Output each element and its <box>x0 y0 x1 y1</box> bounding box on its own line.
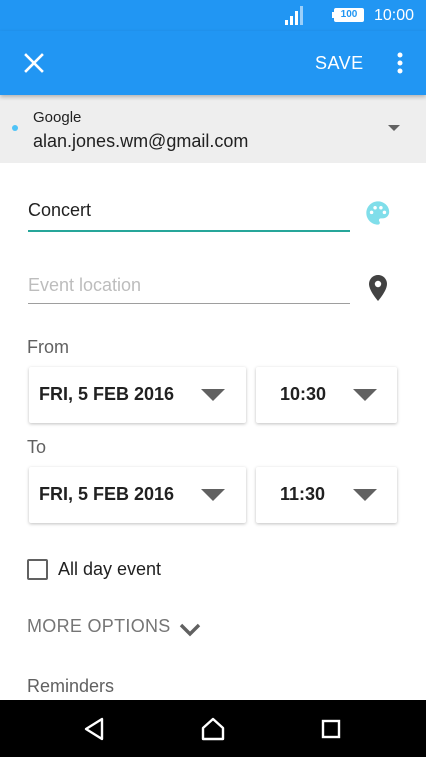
close-button[interactable] <box>14 43 54 83</box>
from-time-picker[interactable]: 10:30 <box>256 367 397 423</box>
account-email: alan.jones.wm@gmail.com <box>33 131 249 151</box>
more-vert-icon <box>397 52 403 74</box>
account-provider: Google <box>33 109 82 126</box>
arrow-drop-down-icon <box>201 389 225 401</box>
more-options-label: MORE OPTIONS <box>27 616 171 636</box>
arrow-drop-down-icon <box>388 125 400 131</box>
to-label: To <box>27 437 47 457</box>
arrow-drop-down-icon <box>353 389 377 401</box>
to-date-value: FRI, 5 FEB 2016 <box>39 484 175 504</box>
back-icon <box>84 717 104 741</box>
palette-icon[interactable] <box>364 199 392 227</box>
calendar-color-dot <box>12 125 18 131</box>
app-bar: SAVE <box>0 31 426 95</box>
close-icon <box>24 53 44 73</box>
battery-level: 100 <box>340 9 358 20</box>
navigation-bar <box>0 700 426 757</box>
event-title-value: Concert <box>28 200 92 220</box>
arrow-drop-down-icon <box>353 489 377 501</box>
event-title-input[interactable]: Concert <box>28 196 350 232</box>
all-day-label: All day event <box>58 559 162 579</box>
recents-icon <box>321 719 341 739</box>
event-location-input[interactable]: Event location <box>28 270 350 304</box>
from-date-value: FRI, 5 FEB 2016 <box>39 384 175 404</box>
chevron-down-icon <box>179 623 201 637</box>
reminders-label: Reminders <box>27 676 115 696</box>
from-date-picker[interactable]: FRI, 5 FEB 2016 <box>29 367 246 423</box>
battery-icon: 100 <box>332 7 366 23</box>
back-button[interactable] <box>78 713 110 745</box>
status-bar: 100 10:00 <box>0 0 426 31</box>
account-selector[interactable]: Google alan.jones.wm@gmail.com <box>0 95 426 163</box>
home-icon <box>201 717 225 741</box>
overflow-menu-button[interactable] <box>386 43 414 83</box>
from-time-value: 10:30 <box>280 384 327 404</box>
from-label: From <box>27 337 69 357</box>
signal-icon <box>285 6 303 25</box>
event-location-placeholder: Event location <box>28 275 142 295</box>
status-time: 10:00 <box>374 7 415 24</box>
checkbox-icon[interactable] <box>27 559 48 580</box>
recents-button[interactable] <box>315 713 347 745</box>
to-date-picker[interactable]: FRI, 5 FEB 2016 <box>29 467 246 523</box>
save-button[interactable]: SAVE <box>303 47 376 79</box>
location-pin-icon[interactable] <box>366 274 390 302</box>
to-time-value: 11:30 <box>280 484 326 504</box>
arrow-drop-down-icon <box>201 489 225 501</box>
to-time-picker[interactable]: 11:30 <box>256 467 397 523</box>
home-button[interactable] <box>197 713 229 745</box>
